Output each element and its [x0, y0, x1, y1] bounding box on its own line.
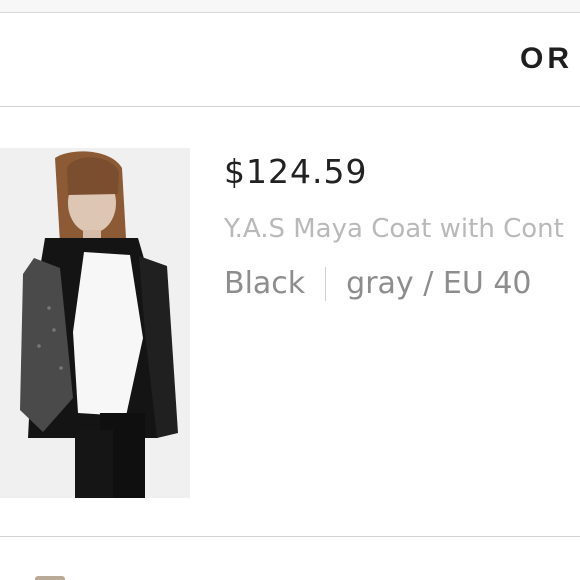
order-item[interactable]: $124.59 Y.A.S Maya Coat with Cont Black …: [0, 108, 580, 536]
product-name[interactable]: Y.A.S Maya Coat with Cont: [224, 214, 564, 244]
variant-divider: [325, 266, 327, 301]
variant-row: Black gray / EU 40: [224, 266, 532, 301]
top-strip: [0, 0, 580, 13]
next-item-thumbnail: [35, 576, 65, 580]
variant-color: Black: [224, 266, 306, 301]
next-order-item[interactable]: [0, 537, 580, 580]
page-title: OR: [520, 42, 573, 75]
variant-size: gray / EU 40: [346, 266, 532, 301]
product-photo-icon: [0, 148, 190, 498]
product-image[interactable]: [0, 148, 190, 498]
item-price: $124.59: [224, 152, 368, 191]
header: OR: [0, 13, 580, 107]
order-screen: OR $124.59 Y.A.S Maya Coat with Cont Bla…: [0, 0, 580, 580]
